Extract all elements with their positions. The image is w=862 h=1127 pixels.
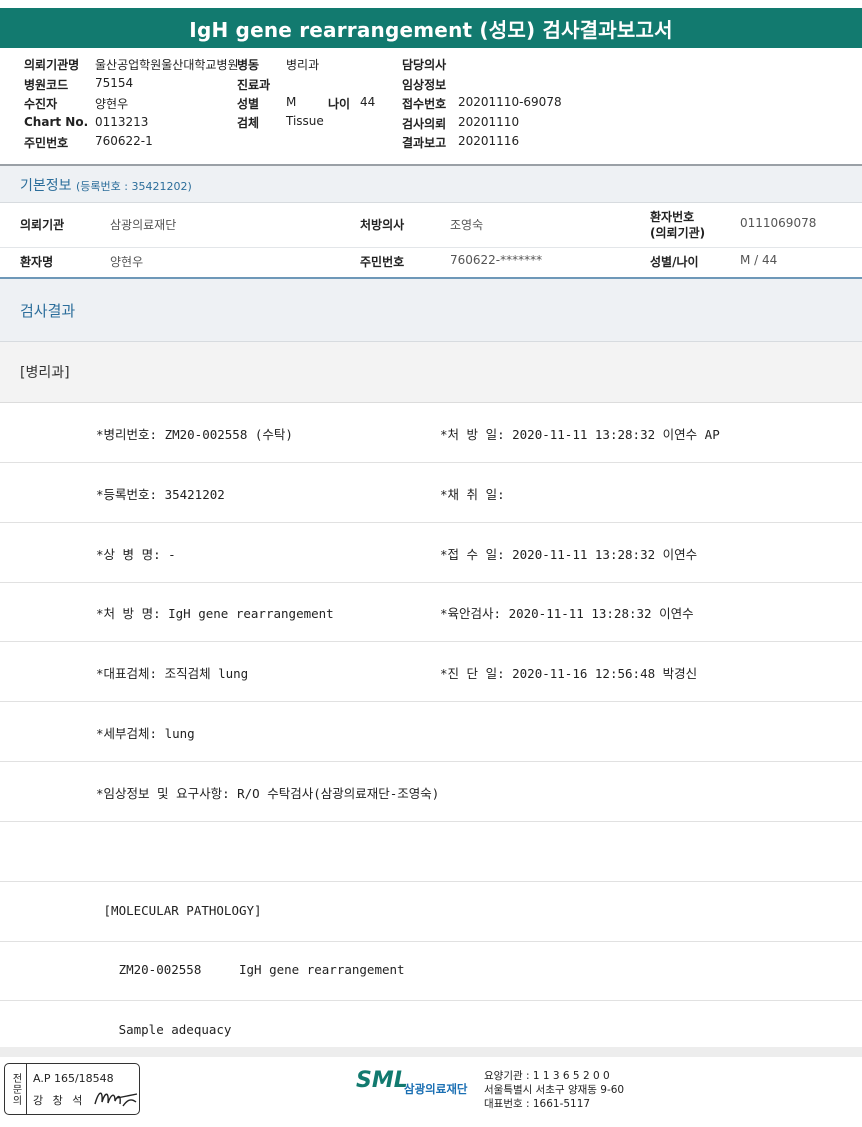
result-row: *임상정보 및 요구사항: R/O 수탁검사(삼광의료재단-조영숙): [0, 762, 862, 822]
result-left: *병리번호: ZM20-002558 (수탁): [96, 427, 293, 442]
dept-label: 진료과: [237, 78, 271, 92]
result-row: [MOLECULAR PATHOLOGY]: [0, 882, 862, 942]
registration-number: (등록번호 : 35421202): [75, 180, 192, 193]
basic-info-section: 기본정보 (등록번호 : 35421202): [0, 166, 862, 203]
logo-name: 삼광의료재단: [404, 1082, 468, 1096]
results-title: 검사결과: [20, 302, 76, 320]
logo-mark: SML: [356, 1068, 408, 1093]
org-line-2: 서울특별시 서초구 양재동 9-60: [484, 1084, 625, 1096]
prescribing-doctor-value: 조영숙: [450, 218, 484, 232]
result-row: *등록번호: 35421202 *채 취 일:: [0, 463, 862, 523]
report-header: 의뢰기관명 울산공업학원울산대학교병원 병동 병리과 담당의사 병원코드 751…: [0, 52, 862, 164]
patient-id-value: 0111069078: [740, 216, 817, 230]
specimen-label: 검체: [237, 116, 260, 130]
report-date-value: 20201116: [458, 134, 520, 148]
basic-info-row-1: 의뢰기관 삼광의료재단 처방의사 조영숙 환자번호 (의뢰기관) 0111069…: [0, 203, 862, 248]
patient-id-sublabel: (의뢰기관): [650, 226, 706, 240]
result-row: *상 병 명: - *접 수 일: 2020-11-11 13:28:32 이연…: [0, 523, 862, 583]
result-right: *채 취 일:: [440, 487, 505, 502]
basic-info-title-text: 기본정보: [20, 178, 72, 194]
rrn-value: 760622-1: [95, 134, 153, 148]
receipt-label: 접수번호: [402, 97, 447, 111]
institution-label: 의뢰기관: [20, 218, 65, 232]
prescribing-doctor-label: 처방의사: [360, 218, 405, 232]
age-value: 44: [360, 95, 376, 109]
resident-number-value: 760622-*******: [450, 253, 543, 267]
report-date-label: 결과보고: [402, 136, 447, 150]
doctor-label: 담당의사: [402, 58, 447, 72]
result-left: *등록번호: 35421202: [96, 487, 225, 502]
sml-logo: SML 삼광의료재단: [356, 1068, 476, 1108]
result-left: [MOLECULAR PATHOLOGY]: [96, 903, 262, 918]
result-row-empty: [0, 822, 862, 882]
chart-value: 0113213: [95, 115, 149, 129]
org-line-1: 요양기관 : 1 1 3 6 5 2 0 0: [484, 1070, 610, 1082]
req-institution-value: 울산공업학원울산대학교병원: [95, 58, 239, 72]
hospital-code-value: 75154: [95, 76, 134, 90]
pathologist-name: 강 창 석: [33, 1094, 86, 1107]
specimen-value: Tissue: [286, 114, 324, 128]
age-label: 나이: [328, 97, 351, 111]
institution-value: 삼광의료재단: [110, 218, 177, 232]
patient-name-label: 환자명: [20, 255, 54, 269]
report-title: IgH gene rearrangement (성모) 검사결과보고서: [0, 8, 862, 48]
rrn-label: 주민번호: [24, 136, 69, 150]
sex-label: 성별: [237, 97, 260, 111]
sex-age-label: 성별/나이: [650, 255, 699, 269]
hospital-code-label: 병원코드: [24, 78, 69, 92]
request-label: 검사의뢰: [402, 117, 447, 131]
org-line-3: 대표번호 : 1661-5117: [484, 1098, 591, 1110]
request-value: 20201110: [458, 115, 520, 129]
specialist-label: 전문의: [5, 1064, 27, 1114]
patient-name-value: 양현우: [110, 255, 144, 269]
result-right: *육안검사: 2020-11-11 13:28:32 이연수: [440, 606, 694, 621]
result-right: *접 수 일: 2020-11-11 13:28:32 이연수: [440, 547, 698, 562]
basic-info-title: 기본정보 (등록번호 : 35421202): [20, 175, 192, 195]
result-row: *대표검체: 조직검체 lung *진 단 일: 2020-11-16 12:5…: [0, 642, 862, 702]
ward-label: 병동: [237, 58, 260, 72]
req-institution-label: 의뢰기관명: [24, 58, 80, 72]
results-section-header: 검사결과: [0, 279, 862, 342]
patient-label: 수진자: [24, 97, 58, 111]
result-left: Sample adequacy: [96, 1022, 232, 1037]
result-left: *대표검체: 조직검체 lung: [96, 666, 249, 681]
basic-info-row-2: 환자명 양현우 주민번호 760622-******* 성별/나이 M / 44: [0, 248, 862, 276]
department-label: [병리과]: [20, 365, 70, 381]
result-left: *처 방 명: IgH gene rearrangement: [96, 606, 334, 621]
result-left: *임상정보 및 요구사항: R/O 수탁검사(삼광의료재단-조영숙): [96, 786, 440, 801]
result-left: ZM20-002558 IgH gene rearrangement: [96, 962, 405, 977]
result-row: ZM20-002558 IgH gene rearrangement: [0, 941, 862, 1001]
signature-icon: [94, 1092, 138, 1107]
sex-age-value: M / 44: [740, 253, 778, 267]
result-right: *진 단 일: 2020-11-16 12:56:48 박경신: [440, 666, 698, 681]
result-row: *세부검체: lung: [0, 702, 862, 762]
receipt-value: 20201110-69078: [458, 95, 562, 109]
department-header: [병리과]: [0, 342, 862, 403]
patient-id-label: 환자번호: [650, 210, 695, 224]
pathologist-signature-box: 전문의 A.P 165/18548 강 창 석: [4, 1063, 140, 1115]
result-right: *처 방 일: 2020-11-11 13:28:32 이연수 AP: [440, 427, 720, 442]
organization-info: 요양기관 : 1 1 3 6 5 2 0 0 서울특별시 서초구 양재동 9-6…: [484, 1069, 624, 1111]
ward-value: 병리과: [286, 58, 320, 72]
clinical-info-label: 임상정보: [402, 78, 447, 92]
footer-divider: [0, 1047, 862, 1057]
ap-number: A.P 165/18548: [33, 1072, 114, 1085]
result-left: *상 병 명: -: [96, 547, 176, 562]
result-row: *병리번호: ZM20-002558 (수탁) *처 방 일: 2020-11-…: [0, 403, 862, 463]
result-left: *세부검체: lung: [96, 726, 195, 741]
sex-value: M: [286, 95, 297, 109]
result-row: *처 방 명: IgH gene rearrangement *육안검사: 20…: [0, 582, 862, 642]
chart-label: Chart No.: [24, 115, 89, 129]
patient-value: 양현우: [95, 97, 129, 111]
resident-number-label: 주민번호: [360, 255, 405, 269]
